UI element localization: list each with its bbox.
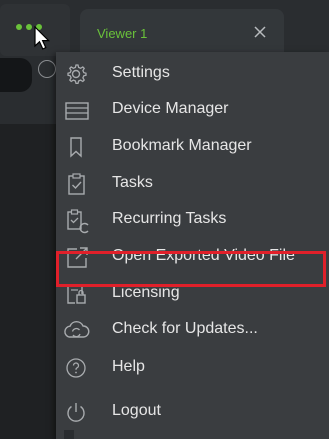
menu-item-settings[interactable]: Settings — [56, 54, 329, 93]
device-list-icon — [62, 96, 90, 124]
menu-item-label: Check for Updates... — [112, 320, 258, 337]
cloud-sync-icon — [62, 316, 90, 344]
bookmark-icon — [62, 133, 90, 161]
mouse-cursor-icon — [33, 25, 53, 52]
menu-item-bookmark-manager[interactable]: Bookmark Manager — [56, 127, 329, 166]
menu-item-device-manager[interactable]: Device Manager — [56, 90, 329, 129]
tab-label: Viewer 1 — [97, 26, 148, 41]
licensing-highlight-box — [56, 251, 326, 287]
menu-item-recurring-tasks[interactable]: Recurring Tasks — [56, 200, 329, 239]
menu-item-check-for-updates[interactable]: Check for Updates... — [56, 310, 329, 349]
help-icon — [62, 354, 90, 382]
app-menu-dropdown: Settings Device Manager Bookmark Manager — [56, 52, 329, 439]
clipboard-check-icon — [62, 170, 90, 198]
menu-item-logout[interactable]: Logout — [56, 392, 329, 431]
menu-item-label: Logout — [112, 402, 161, 419]
menu-item-label: Settings — [112, 64, 170, 81]
menu-item-label: Device Manager — [112, 100, 229, 117]
tab-viewer-1[interactable]: Viewer 1 — [80, 9, 284, 58]
close-icon[interactable] — [252, 24, 268, 40]
circle-icon — [38, 60, 56, 78]
menu-item-label: Bookmark Manager — [112, 137, 252, 154]
side-panel-toggle[interactable] — [0, 58, 32, 92]
recurring-tasks-icon — [62, 206, 90, 234]
power-icon — [62, 398, 90, 426]
menu-item-help[interactable]: Help — [56, 348, 329, 387]
gear-icon — [62, 60, 90, 88]
panel-edge — [64, 430, 74, 439]
menu-item-label: Recurring Tasks — [112, 210, 227, 227]
menu-item-label: Tasks — [112, 174, 153, 191]
menu-item-tasks[interactable]: Tasks — [56, 164, 329, 203]
menu-item-label: Help — [112, 358, 145, 375]
